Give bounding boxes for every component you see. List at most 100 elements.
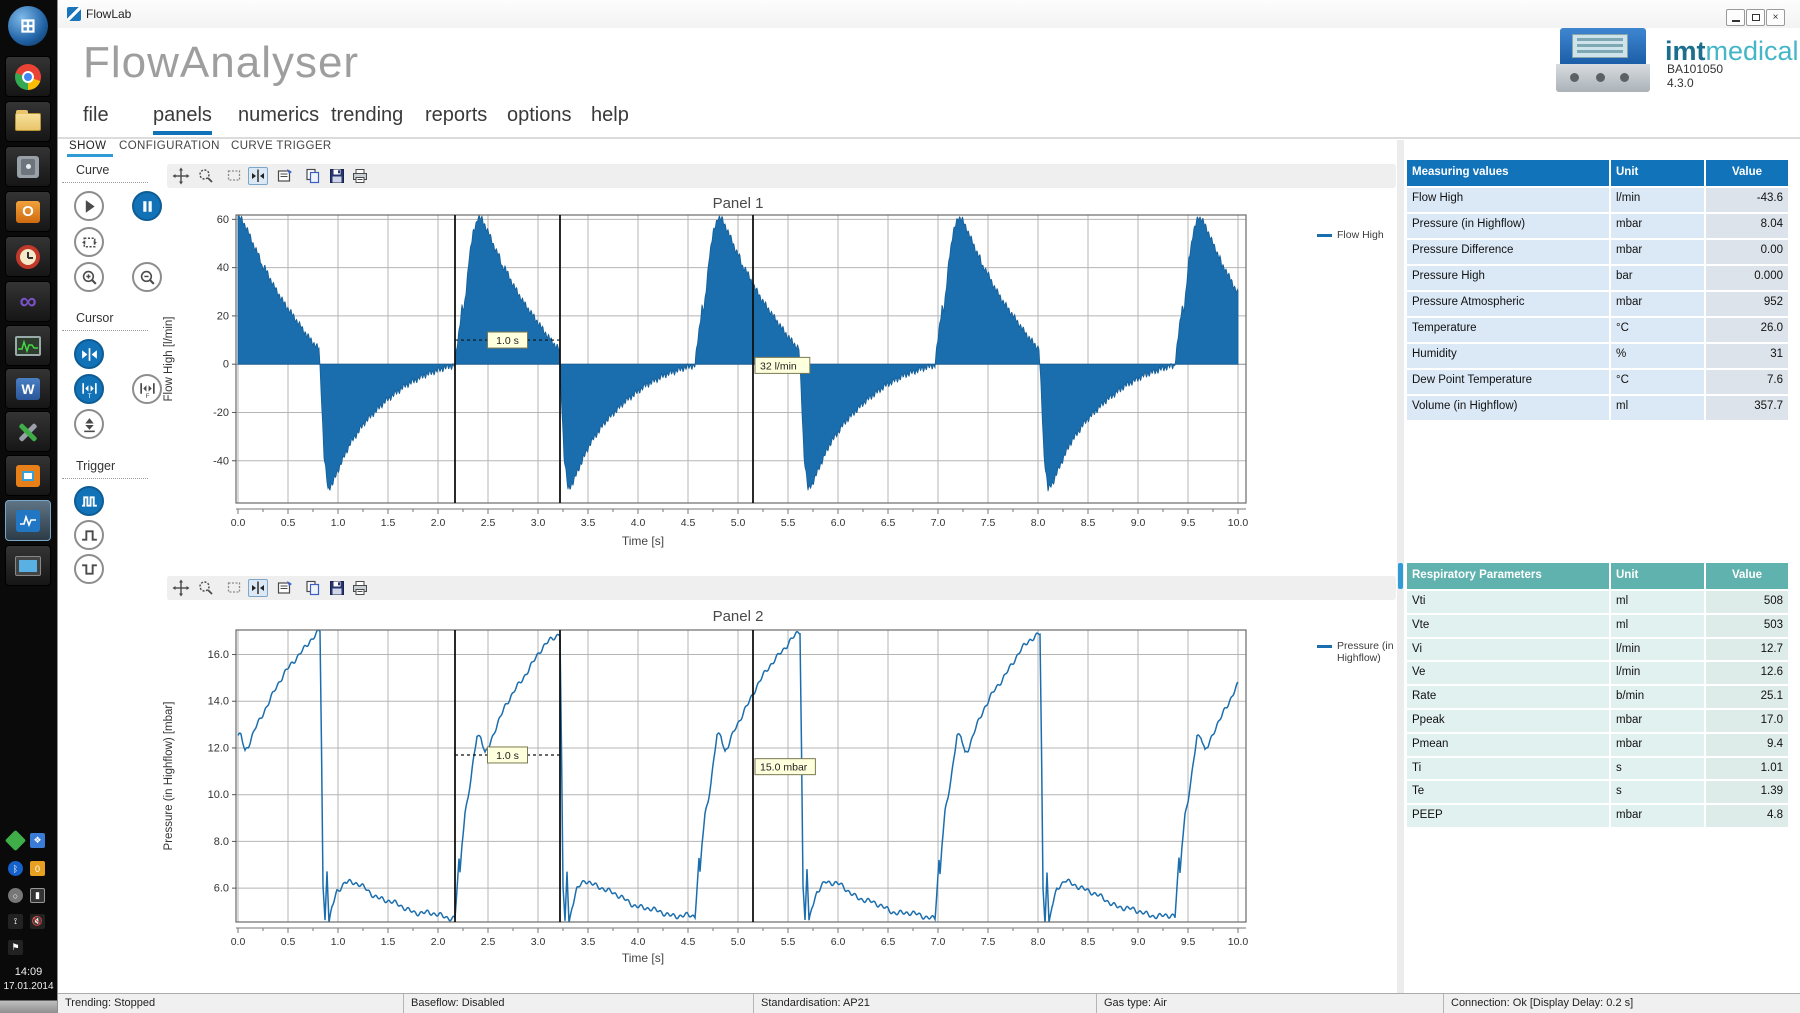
table-cell: Vti <box>1407 591 1609 613</box>
menu-item-reports[interactable]: reports <box>425 104 487 127</box>
trigwave-icon <box>80 492 99 511</box>
table-cell: -43.6 <box>1706 188 1788 212</box>
panel2-toolbar <box>167 576 1396 600</box>
table-header-cell: Value <box>1706 160 1788 186</box>
table-cell: ml <box>1611 591 1704 613</box>
zoom-window-icon[interactable] <box>196 579 216 597</box>
copy-icon[interactable] <box>303 167 323 185</box>
cursor-mode-icon[interactable] <box>248 579 268 597</box>
safe-app[interactable] <box>5 146 51 187</box>
screen-designer[interactable] <box>5 545 51 586</box>
pulse-high-trigger-button[interactable] <box>74 520 104 550</box>
save-icon[interactable] <box>327 579 347 597</box>
volume-muted-tray[interactable]: 🔇 <box>30 914 45 929</box>
pan-icon[interactable] <box>171 579 191 597</box>
status-segment: Connection: Ok [Display Delay: 0.2 s] <box>1443 994 1800 1013</box>
tab-curve-trigger[interactable]: CURVE TRIGGER <box>231 140 332 152</box>
flowlab-active[interactable] <box>5 500 51 541</box>
share-tray[interactable]: ❖ <box>30 833 45 848</box>
battery-tray[interactable]: 0 <box>30 861 45 876</box>
table-cell: Flow High <box>1407 188 1609 212</box>
fit-icon <box>80 233 99 252</box>
section-divider <box>62 182 148 183</box>
table-cell: mbar <box>1611 292 1704 316</box>
legend-entry: Pressure (in <box>1317 640 1394 652</box>
table-cell: Pressure High <box>1407 266 1609 290</box>
show-desktop-button[interactable] <box>0 1000 57 1013</box>
close-button[interactable]: × <box>1766 9 1785 26</box>
status-segment: Standardisation: AP21 <box>753 994 1096 1013</box>
status-segment: Gas type: Air <box>1096 994 1443 1013</box>
settings-tools[interactable] <box>5 411 51 452</box>
word-processor[interactable]: W <box>5 368 51 409</box>
bluetooth-tray[interactable]: ᛒ <box>8 861 23 876</box>
panel2-legend: Pressure (inHighflow) <box>1317 640 1394 664</box>
table-cell: mbar <box>1611 240 1704 264</box>
table-cell: mbar <box>1611 710 1704 732</box>
rect-select-icon[interactable] <box>225 579 245 597</box>
rect-select-icon[interactable] <box>225 167 245 185</box>
save-icon[interactable] <box>327 167 347 185</box>
legend-swatch-icon <box>1317 645 1332 648</box>
cursor-mode-icon[interactable] <box>248 167 268 185</box>
menu-divider <box>58 137 1800 139</box>
fit-curve-button[interactable] <box>74 227 104 257</box>
signal-tray[interactable]: ⟟ <box>8 914 23 929</box>
zoom-window-icon[interactable] <box>196 167 216 185</box>
menu-item-numerics[interactable]: numerics <box>238 104 319 127</box>
outlook-mail[interactable]: O <box>5 191 51 232</box>
language-flag-tray[interactable]: ⚑ <box>8 940 23 955</box>
file-explorer[interactable] <box>5 101 51 142</box>
update-tray[interactable] <box>5 830 26 851</box>
legend-label: Flow High <box>1337 229 1384 241</box>
copy-icon[interactable] <box>303 579 323 597</box>
table-scrollbar-thumb[interactable] <box>1398 563 1403 589</box>
print-icon[interactable] <box>350 167 370 185</box>
minimize-button[interactable] <box>1726 9 1745 26</box>
menu-item-options[interactable]: options <box>507 104 572 127</box>
pulse-low-trigger-button[interactable] <box>74 554 104 584</box>
play-icon <box>80 197 99 216</box>
table-cell: 25.1 <box>1706 686 1788 708</box>
vmware-app[interactable] <box>5 455 51 496</box>
play-button[interactable] <box>74 191 104 221</box>
table-cell: °C <box>1611 370 1704 394</box>
zoom-out-button[interactable] <box>132 262 162 292</box>
device-model: BA101050 <box>1667 62 1723 76</box>
zoom-in-button[interactable] <box>74 262 104 292</box>
table-cell: °C <box>1611 318 1704 342</box>
pause-icon <box>138 197 157 216</box>
table-cell: 952 <box>1706 292 1788 316</box>
table-cell: 4.8 <box>1706 805 1788 827</box>
menu-item-trending[interactable]: trending <box>331 104 403 127</box>
table-cell: 1.01 <box>1706 758 1788 780</box>
time-cursor-button[interactable]: T <box>74 374 104 404</box>
mobile-tray[interactable]: ▮ <box>30 888 45 903</box>
vertical-cursor-button[interactable] <box>74 409 104 439</box>
table-cell: Rate <box>1407 686 1609 708</box>
menu-item-help[interactable]: help <box>591 104 629 127</box>
table-cell: 7.6 <box>1706 370 1788 394</box>
alarm-clock[interactable] <box>5 236 51 277</box>
legend-swatch-icon <box>1317 234 1332 237</box>
wave-trigger-button[interactable] <box>74 486 104 516</box>
print-icon[interactable] <box>350 579 370 597</box>
table-cell: Te <box>1407 781 1609 803</box>
window-titlebar[interactable]: FlowLab × <box>58 0 1800 28</box>
cursors-to-center-button[interactable] <box>74 339 104 369</box>
table-cell: bar <box>1611 266 1704 290</box>
value-cursor-button[interactable]: F <box>132 374 162 404</box>
curvert-icon <box>80 415 99 434</box>
chart-properties-icon[interactable] <box>275 167 295 185</box>
restore-button[interactable] <box>1746 9 1765 26</box>
table-cell: l/min <box>1611 188 1704 212</box>
pause-button[interactable] <box>132 191 162 221</box>
visual-studio[interactable]: ∞ <box>5 281 51 322</box>
chart-properties-icon[interactable] <box>275 579 295 597</box>
chrome-browser[interactable] <box>5 56 51 97</box>
table-cell: Ve <box>1407 662 1609 684</box>
legend-label: Pressure (in <box>1337 640 1394 652</box>
sync-tray[interactable]: ○ <box>8 888 23 903</box>
system-monitor[interactable] <box>5 325 51 366</box>
pan-icon[interactable] <box>171 167 191 185</box>
